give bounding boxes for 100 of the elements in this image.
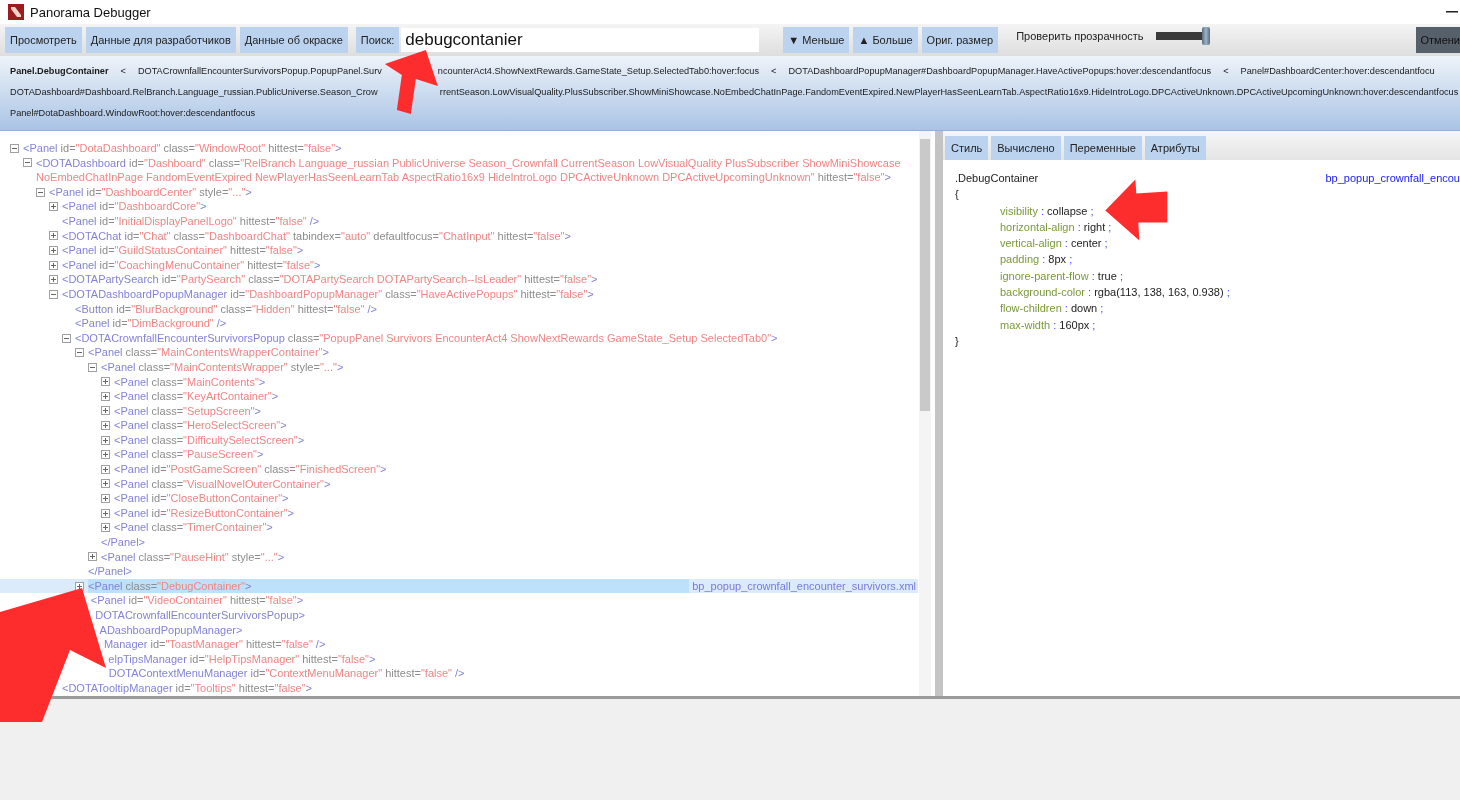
tree-line[interactable]: <DOTACrownfallEncounterSurvivorsPopup class="PopupPanel Survivors EncounterAct4 ShowNextRewards GameState_Setup SelectedTab0"> <box>75 330 918 346</box>
app-icon <box>8 4 24 20</box>
tree-line[interactable]: <Panel id="ResizeButtonContainer"> <box>114 505 918 521</box>
tree-line[interactable]: <Panel id="GuildStatusContainer" hittest="false"> <box>62 243 918 258</box>
plus-box-icon[interactable] <box>101 523 110 533</box>
tree-line[interactable]: <Panel id="InitialDisplayPanelLogo" hittest="false" /> <box>62 213 918 229</box>
tree-line[interactable]: <Panel id="PostGameScreen" class="FinishedScreen"> <box>114 462 918 477</box>
toolbar-button[interactable]: Данные для разработчиков <box>85 27 236 53</box>
css-property: max-width : 160px ; <box>1000 318 1096 331</box>
tree-line[interactable]: <Panel id="CloseButtonContainer"> <box>114 491 918 506</box>
css-property: padding : 8px ; <box>1000 253 1073 266</box>
tree-line[interactable]: <Panel id="VideoContainer" hittest="false"> <box>90 593 918 608</box>
minus-box-icon[interactable] <box>49 289 58 299</box>
toolbar-button[interactable]: Просмотреть <box>5 27 82 53</box>
tree-line[interactable]: DOTAContextMenuManager id="ContextMenuManager" hittest="false" /> <box>108 666 918 681</box>
breadcrumb-item[interactable]: DOTADashboard#Dashboard.RelBranch.Language_russian.PublicUniverse.Season_Crow <box>10 86 378 97</box>
plus-box-icon[interactable] <box>101 435 110 445</box>
tree-line[interactable]: <Panel class="DifficultySelectScreen"> <box>114 432 918 448</box>
tree-line[interactable]: <Panel class="PauseScreen"> <box>114 447 918 463</box>
cancel-button[interactable]: Отмени <box>1415 27 1460 53</box>
breadcrumb-separator: < <box>120 65 126 76</box>
breadcrumb-item[interactable]: DOTACrownfallEncounterSurvivorsPopup.PopupPanel.Surv <box>137 65 382 76</box>
tree-line[interactable]: <Panel class="MainContentsWrapperContainer"> <box>88 345 918 360</box>
tree-line[interactable]: <Panel id="DashboardCore"> <box>62 199 918 214</box>
tree-line[interactable]: <DOTATooltipManager id="Tooltips" hittest="false"> <box>62 680 918 696</box>
tree-line[interactable]: Manager id="ToastManager" hittest="false" /> <box>103 637 918 652</box>
tree-line[interactable]: <Panel class="MainContents"> <box>114 374 918 390</box>
css-property: background-color : rgba(113, 138, 163, 0.938) ; <box>1000 286 1230 299</box>
plus-box-icon[interactable] <box>101 406 110 416</box>
plus-box-icon[interactable] <box>101 508 110 518</box>
minimize-icon[interactable] <box>1446 11 1458 13</box>
inspector-tab[interactable]: Вычислено <box>991 136 1061 160</box>
scrollbar[interactable] <box>919 131 931 696</box>
tree-line[interactable]: <Panel class="KeyArtContainer"> <box>114 389 918 404</box>
tree-line[interactable]: elpTipsManager id="HelpTipsManager" hittest="false"> <box>108 651 918 667</box>
minus-box-icon[interactable] <box>10 143 19 153</box>
minus-box-icon[interactable] <box>62 333 71 343</box>
plus-box-icon[interactable] <box>101 494 110 504</box>
plus-box-icon[interactable] <box>101 391 110 401</box>
inspector-tab[interactable]: Переменные <box>1063 136 1142 160</box>
open-brace: { <box>955 188 959 201</box>
inspector-tab[interactable]: Стиль <box>945 136 989 160</box>
tree-line[interactable]: <Panel class="TimerContainer"> <box>114 520 918 536</box>
minus-box-icon[interactable] <box>88 362 97 372</box>
plus-box-icon[interactable] <box>101 450 110 460</box>
minus-box-icon[interactable] <box>23 158 32 168</box>
source-file-link[interactable]: bp_popup_crownfall_encou <box>1325 170 1460 187</box>
css-property: visibility : collapse ; <box>1000 204 1094 217</box>
inspector-tab[interactable]: Атрибуты <box>1144 136 1206 160</box>
slider-thumb[interactable] <box>1201 27 1210 45</box>
tree-line[interactable]: <DOTADashboardPopupManager id="DashboardPopupManager" class="HaveActivePopups" hittest="false"> <box>62 286 918 302</box>
zoom-button[interactable]: ▼ Меньше <box>783 27 850 53</box>
tree-line[interactable]: <DOTAChat id="Chat" class="DashboardChat" tabindex="auto" defaultfocus="ChatInput" hittest="false"> <box>62 228 918 244</box>
tree-line[interactable]: <Panel id="DimBackground" /> <box>75 316 918 331</box>
plus-box-icon[interactable] <box>101 479 110 489</box>
tree-line[interactable]: </Panel> <box>88 564 918 579</box>
tree-line[interactable]: <DOTAPartySearch id="PartySearch" class="DOTAPartySearch DOTAPartySearch--IsLeader" hittest="false"> <box>62 272 918 287</box>
plus-box-icon[interactable] <box>101 464 110 474</box>
breadcrumb-item[interactable]: ncounterAct4.ShowNextRewards.GameState_Setup.SelectedTab0:hover:focus <box>437 65 760 76</box>
breadcrumb-item[interactable]: rrentSeason.LowVisualQuality.PlusSubscriber.ShowMiniShowcase.NoEmbedChatInPage.FandomEventExpired.NewPlayerHasSeenLearnTab.AspectRatio16x9.HideIntroLogo.DPCActiveUnknown.DPCActiveUpcomingUnknown:hover:descendantfocus <box>439 86 1459 97</box>
breadcrumb-item[interactable]: DOTADashboardPopupManager#DashboardPopupManager.HaveActivePopups:hover:descendantfocus <box>788 65 1212 76</box>
source-file: bp_popup_crownfall_encounter_survivors.xml <box>691 578 917 594</box>
window-title: Panorama Debugger <box>30 4 152 20</box>
tree-line[interactable]: <Panel class="HeroSelectScreen"> <box>114 418 918 433</box>
css-property: horizontal-align : right ; <box>1000 220 1112 233</box>
css-property: flow-children : down ; <box>1000 302 1104 315</box>
breadcrumb-item[interactable]: Panel#DotaDashboard.WindowRoot:hover:descendantfocus <box>10 107 256 118</box>
plus-box-icon[interactable] <box>88 552 97 562</box>
tree-line[interactable]: <Panel class="MainContentsWrapper" style="..."> <box>101 359 918 375</box>
breadcrumb-separator: < <box>771 65 777 76</box>
toolbar-button[interactable]: Данные об окраске <box>239 27 348 53</box>
tree-line[interactable]: <Button id="BlurBackground" class="Hidden" hittest="false" /> <box>75 301 918 317</box>
scrollbar-thumb[interactable] <box>920 139 930 411</box>
tree-line[interactable]: <Panel class="VisualNovelOuterContainer"> <box>114 476 918 492</box>
plus-box-icon[interactable] <box>49 260 58 270</box>
zoom-button[interactable]: Ориг. размер <box>921 27 999 53</box>
tree-line[interactable]: DOTACrownfallEncounterSurvivorsPopup> <box>95 608 918 623</box>
breadcrumb-item[interactable]: Panel#DashboardCenter:hover:descendantfocu <box>1240 65 1435 76</box>
tree-line[interactable]: <Panel class="SetupScreen"> <box>114 403 918 419</box>
annotation-arrow <box>384 50 438 114</box>
tree-line[interactable]: <Panel id="CoachingMenuContainer" hittest="false"> <box>62 257 918 273</box>
tree-line[interactable]: <Panel id="DashboardCenter" style="..."> <box>49 184 918 200</box>
plus-box-icon[interactable] <box>49 202 58 212</box>
close-brace: } <box>955 334 959 347</box>
annotation-arrow <box>1105 179 1168 241</box>
minus-box-icon[interactable] <box>36 187 45 197</box>
zoom-button[interactable]: ▲ Больше <box>853 27 918 53</box>
tree-line[interactable]: <Panel class="PauseHint" style="..."> <box>101 549 918 565</box>
tree-line[interactable]: <DOTADashboard id="Dashboard" class="RelBranch Language_russian PublicUniverse Season_Crownfall CurrentSeason LowVisualQuality PlusSubscriber ShowMiniShowcase NoEmbedChatInPage FandomEventExpired NewPlayerHasSeenLearnTab AspectRatio16x9 HideIntroLogo DPCActiveUnknown DPCActiveUpcomingUnknown" hittest="false"> <box>36 155 918 185</box>
tree-line[interactable]: ADashboardPopupManager> <box>99 622 918 638</box>
plus-box-icon[interactable] <box>101 421 110 431</box>
plus-box-icon[interactable] <box>49 231 58 241</box>
tree-line[interactable]: <Panel id="DotaDashboard" class="WindowRoot" hittest="false"> <box>23 141 918 156</box>
plus-box-icon[interactable] <box>49 275 58 285</box>
plus-box-icon[interactable] <box>49 245 58 255</box>
tree-line[interactable]: </Panel> <box>101 535 918 550</box>
search-label: Поиск: <box>355 27 400 53</box>
plus-box-icon[interactable] <box>101 377 110 387</box>
search-field[interactable]: debugcontanier <box>401 28 760 52</box>
minus-box-icon[interactable] <box>75 348 84 358</box>
